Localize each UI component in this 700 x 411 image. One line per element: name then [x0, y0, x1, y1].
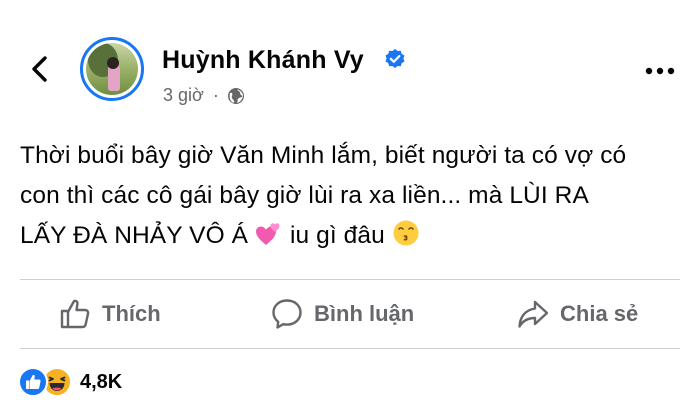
post-text-line-last: LẤY ĐÀ NHẢY VÔ Á iu gì đâu	[20, 216, 692, 256]
verified-badge-icon	[385, 49, 405, 68]
post-text: Thời buổi bây giờ Văn Minh lắm, biết ngư…	[20, 136, 692, 256]
reaction-count: 4,8K	[80, 370, 123, 393]
chevron-left-icon[interactable]	[26, 54, 56, 84]
post-text-line: Thời buổi bây giờ Văn Minh lắm, biết ngư…	[20, 142, 627, 169]
two-hearts-emoji	[256, 223, 280, 245]
author-name[interactable]: Huỳnh Khánh Vy	[162, 46, 364, 75]
like-label: Thích	[102, 301, 161, 326]
avatar[interactable]	[80, 37, 144, 101]
post-meta: 3 giờ ·	[163, 85, 245, 106]
divider-bottom	[20, 348, 680, 349]
thumbs-up-icon	[60, 299, 90, 329]
share-icon	[518, 300, 549, 328]
comment-button[interactable]: Bình luận	[270, 296, 414, 332]
like-reaction-icon	[18, 367, 48, 397]
more-horizontal-icon[interactable]	[645, 66, 675, 76]
comment-label: Bình luận	[314, 301, 415, 326]
post-text-line: con thì các cô gái bây giờ lùi ra xa liề…	[20, 182, 589, 209]
like-button[interactable]: Thích	[58, 296, 161, 332]
meta-separator: ·	[212, 85, 219, 105]
globe-icon	[227, 87, 244, 104]
action-bar: Thích Bình luận Chia sẻ	[0, 278, 700, 348]
timestamp[interactable]: 3 giờ	[163, 85, 204, 106]
kissing-face-emoji	[393, 220, 419, 246]
post-text-segment: LẤY ĐÀ NHẢY VÔ Á	[20, 222, 249, 249]
reactions-summary[interactable]: 4,8K	[18, 366, 122, 398]
post-text-tail: iu gì đâu	[289, 222, 385, 249]
comment-icon	[272, 299, 302, 329]
post-header: Huỳnh Khánh Vy 3 giờ ·	[0, 0, 700, 110]
share-label: Chia sẻ	[560, 301, 639, 326]
avatar-photo	[86, 43, 138, 95]
share-button[interactable]: Chia sẻ	[516, 296, 638, 332]
